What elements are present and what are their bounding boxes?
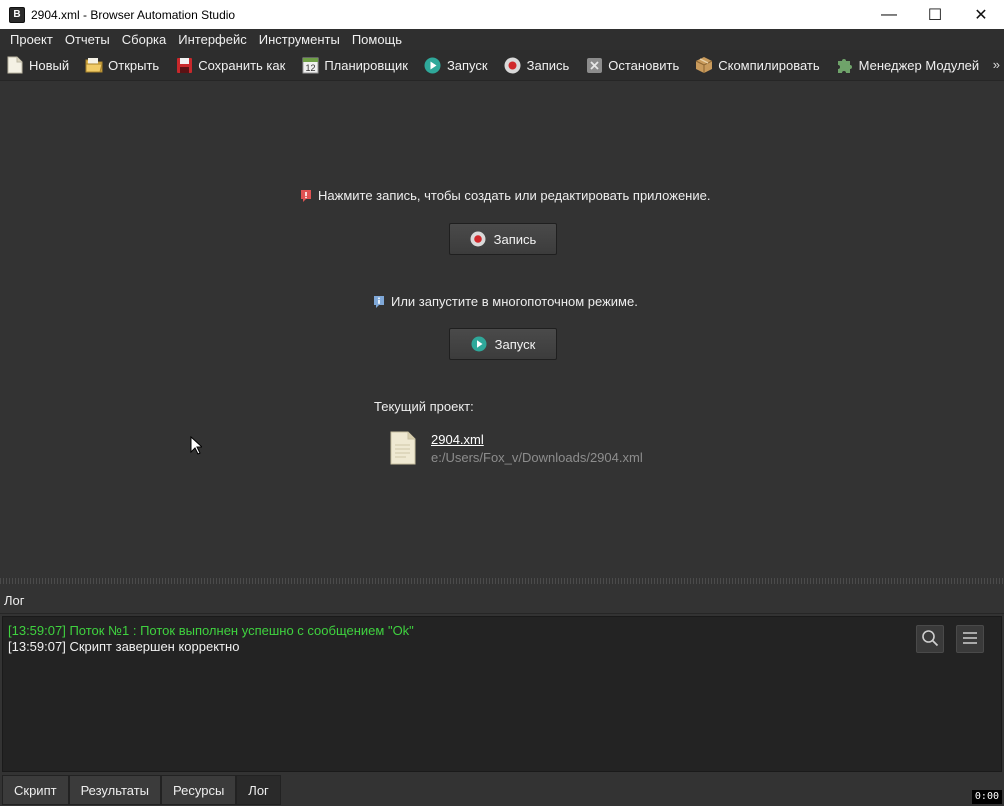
- log-panel[interactable]: [13:59:07] Поток №1 : Поток выполнен усп…: [2, 616, 1002, 772]
- save-icon: [175, 56, 193, 74]
- run-hint-text: Или запустите в многопоточном режиме.: [391, 294, 638, 309]
- menu-project[interactable]: Проект: [4, 29, 59, 50]
- new-file-icon: [6, 56, 24, 74]
- record-toolbar-button-label: Запись: [526, 57, 570, 73]
- menu-bar: Проект Отчеты Сборка Интерфейс Инструмен…: [0, 29, 1004, 50]
- scheduler-button[interactable]: 12 Планировщик: [301, 56, 408, 74]
- log-line: [13:59:07] Скрипт завершен корректно: [8, 639, 240, 654]
- toolbar-overflow-icon[interactable]: »: [993, 57, 1000, 72]
- compile-button[interactable]: Скомпилировать: [695, 56, 820, 74]
- current-project-label: Текущий проект:: [374, 399, 474, 414]
- run-button-label: Запуск: [494, 336, 536, 352]
- panel-splitter[interactable]: [0, 578, 1004, 584]
- run-hint: Или запустите в многопоточном режиме.: [373, 294, 638, 309]
- play-icon: [424, 56, 442, 74]
- menu-build[interactable]: Сборка: [116, 29, 173, 50]
- run-toolbar-button[interactable]: Запуск: [424, 56, 488, 74]
- open-button-label: Открыть: [108, 57, 160, 73]
- compile-button-label: Скомпилировать: [718, 57, 820, 73]
- module-manager-button[interactable]: Менеджер Модулей: [836, 56, 979, 74]
- title-bar: B 2904.xml - Browser Automation Studio —…: [0, 0, 1004, 29]
- project-file-link[interactable]: 2904.xml: [431, 432, 484, 447]
- info-note-icon: [373, 295, 385, 309]
- puzzle-icon: [836, 56, 854, 74]
- log-header: Лог: [0, 586, 1004, 614]
- play-icon: [471, 336, 487, 352]
- open-folder-icon: [85, 56, 103, 74]
- tab-results[interactable]: Результаты: [68, 775, 162, 805]
- new-button-label: Новый: [29, 57, 70, 73]
- menu-help[interactable]: Помощь: [346, 29, 408, 50]
- menu-interface[interactable]: Интерфейс: [172, 29, 252, 50]
- tab-resources[interactable]: Ресурсы: [161, 775, 237, 805]
- mouse-cursor-icon: [190, 435, 204, 458]
- welcome-panel: Нажмите запись, чтобы создать или редакт…: [0, 82, 1004, 578]
- record-hint-text: Нажмите запись, чтобы создать или редакт…: [318, 188, 711, 203]
- record-button[interactable]: Запись: [449, 223, 557, 255]
- project-file-path: e:/Users/Fox_v/Downloads/2904.xml: [431, 450, 643, 465]
- package-icon: [695, 56, 713, 74]
- save-as-button[interactable]: Сохранить как: [175, 56, 285, 74]
- record-icon: [470, 231, 486, 247]
- tab-log[interactable]: Лог: [236, 775, 281, 805]
- stop-icon: [585, 56, 603, 74]
- calendar-icon: 12: [301, 56, 319, 74]
- record-hint: Нажмите запись, чтобы создать или редакт…: [300, 188, 710, 203]
- record-toolbar-button[interactable]: Запись: [504, 56, 570, 74]
- log-search-button[interactable]: [916, 625, 944, 653]
- bottom-tabs: Скрипт Результаты Ресурсы Лог: [0, 775, 1004, 806]
- timer-readout: 0:00: [971, 790, 1002, 804]
- hamburger-menu-icon: [962, 631, 978, 648]
- scheduler-button-label: Планировщик: [324, 57, 408, 73]
- run-toolbar-button-label: Запуск: [446, 57, 488, 73]
- search-icon: [921, 629, 939, 650]
- app-logo-icon: B: [9, 6, 25, 23]
- maximize-button[interactable]: ☐: [912, 0, 958, 29]
- log-line: [13:59:07] Поток №1 : Поток выполнен усп…: [8, 623, 414, 638]
- run-button[interactable]: Запуск: [449, 328, 557, 360]
- stop-button-label: Остановить: [608, 57, 680, 73]
- open-button[interactable]: Открыть: [85, 56, 159, 74]
- menu-tools[interactable]: Инструменты: [253, 29, 346, 50]
- new-button[interactable]: Новый: [6, 56, 69, 74]
- toolbar: Новый Открыть Сохранить как 12 Планировщ…: [0, 50, 1004, 81]
- record-button-label: Запись: [493, 231, 537, 247]
- calendar-day: 12: [305, 63, 315, 73]
- document-icon: [390, 431, 416, 465]
- minimize-button[interactable]: —: [866, 0, 912, 29]
- log-menu-button[interactable]: [956, 625, 984, 653]
- alert-note-icon: [300, 189, 312, 203]
- log-title: Лог: [4, 593, 25, 608]
- window-title: 2904.xml - Browser Automation Studio: [31, 7, 236, 22]
- save-as-button-label: Сохранить как: [198, 57, 286, 73]
- stop-button[interactable]: Остановить: [585, 56, 679, 74]
- record-icon: [504, 56, 522, 74]
- module-manager-button-label: Менеджер Модулей: [858, 57, 980, 73]
- window-controls: — ☐ ✕: [866, 0, 1004, 29]
- menu-reports[interactable]: Отчеты: [59, 29, 116, 50]
- tab-script[interactable]: Скрипт: [2, 775, 69, 805]
- close-button[interactable]: ✕: [958, 0, 1004, 29]
